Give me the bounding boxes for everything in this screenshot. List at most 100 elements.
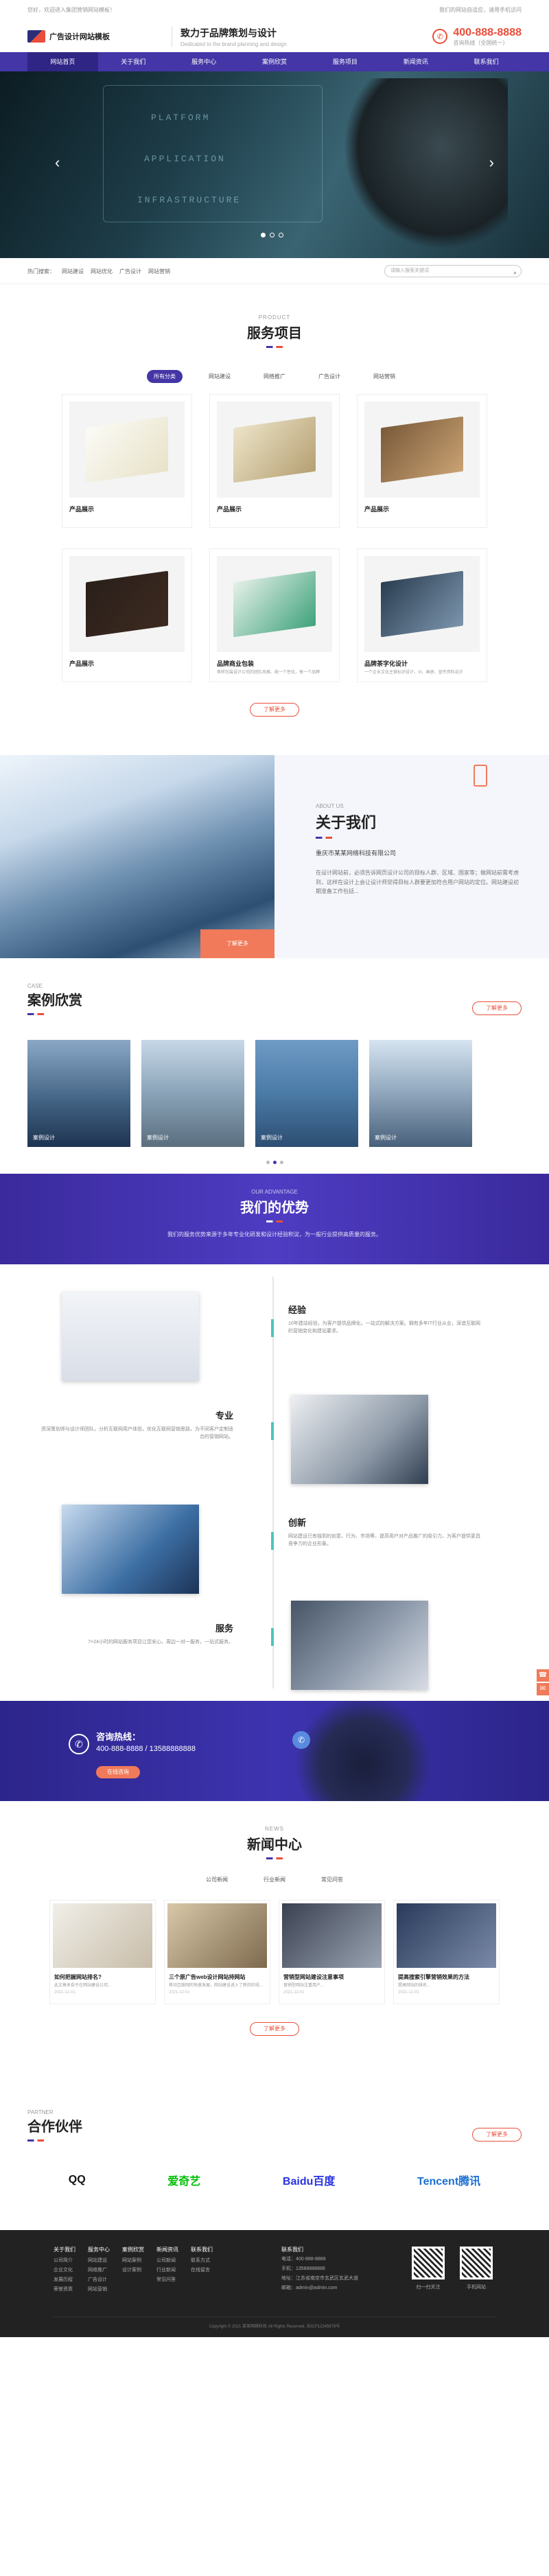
slogan-cn: 致力于品牌策划与设计 [180, 27, 277, 38]
logo-mark-icon [27, 30, 45, 43]
footer-link[interactable]: 网络推广 [88, 2266, 110, 2275]
banner-prev-button[interactable]: ‹ [55, 154, 60, 172]
news-card[interactable]: 如何把握网站排名? 此文章来自于在网站建设公司... 2021-12-01 [49, 1900, 156, 2004]
footer-link[interactable]: 常见问答 [156, 2275, 178, 2285]
partner-logo-iqiyi[interactable]: 爱奇艺 [167, 2172, 200, 2188]
hot-keyword-link[interactable]: 广告设计 [119, 268, 141, 275]
product-card[interactable]: 产品展示 [62, 394, 192, 528]
product-tab[interactable]: 网站建设 [202, 370, 237, 383]
news-desc: 移动互联网的快速发展，网站建设进入了新的阶段... [169, 1984, 264, 1988]
footer-link[interactable]: 在线留言 [191, 2266, 213, 2275]
hot-keyword-link[interactable]: 网站建设 [62, 268, 84, 275]
case-dot[interactable] [272, 1161, 277, 1164]
advantage-desc: 网站建设已有独到的创意，行为、市场等，提高用户对产品推广的吸引力，为客户提供更具… [288, 1534, 480, 1547]
product-image [69, 556, 185, 652]
businessman-image [295, 1701, 432, 1801]
products-section: PRODUCT 服务项目 所有分类 网站建设 网络推广 广告设计 网站营销 产品展示 产品… [0, 284, 549, 748]
footer-link[interactable]: 广告设计 [88, 2275, 110, 2285]
footer-contact-line: 手机：13588888888 [281, 2266, 325, 2271]
partner-logo-baidu[interactable]: Baidu百度 [283, 2172, 335, 2188]
side-phone-button[interactable]: ☎ [537, 1669, 549, 1682]
about-more-button[interactable]: 了解更多 [200, 929, 274, 958]
cases-more-button[interactable]: 了解更多 [472, 1001, 522, 1015]
advantage-image [62, 1505, 199, 1594]
hot-keyword-link[interactable]: 网站优化 [91, 268, 113, 275]
partners-more-button[interactable]: 了解更多 [472, 2128, 522, 2142]
about-building-image [0, 755, 274, 958]
footer-link[interactable]: 联系方式 [191, 2256, 213, 2266]
footer-link[interactable]: 行业新闻 [156, 2266, 178, 2275]
banner-word: PLATFORM [151, 113, 211, 123]
logo[interactable]: 广告设计网站模板 [27, 30, 172, 43]
news-card[interactable]: 提高搜索引擎营销效果的方法 提高网站的排名... 2021-12-01 [393, 1900, 500, 2004]
partner-logo-tencent[interactable]: Tencent腾讯 [417, 2172, 480, 2188]
footer-column-heading[interactable]: 关于我们 [54, 2245, 75, 2255]
footer-link[interactable]: 设计案例 [122, 2266, 144, 2275]
news-more-button[interactable]: 了解更多 [250, 2022, 299, 2036]
footer-column-heading[interactable]: 服务中心 [88, 2245, 110, 2255]
product-title: 品牌茶字化设计 [364, 660, 408, 667]
footer-column-heading[interactable]: 新闻资讯 [156, 2245, 178, 2255]
banner-dots [261, 233, 283, 237]
case-dot[interactable] [266, 1161, 270, 1164]
footer-link[interactable]: 荣誉资质 [54, 2285, 75, 2295]
side-message-button[interactable]: ✉ [537, 1683, 549, 1695]
product-card[interactable]: 产品展示 [357, 394, 487, 528]
banner-dot[interactable] [270, 233, 274, 237]
nav-item[interactable]: 案例欣赏 [240, 52, 310, 71]
case-card[interactable]: 案例设计 [27, 1040, 130, 1147]
partner-logo-qq[interactable]: QQ [69, 2174, 86, 2186]
timeline-marker [271, 1532, 274, 1550]
product-image [217, 402, 332, 498]
product-card[interactable]: 产品展示 [209, 394, 340, 528]
product-card[interactable]: 品牌商业包装 茶样包装设计公司的团队风格、统一个性化，每一个品牌 [209, 548, 340, 682]
product-tab[interactable]: 广告设计 [312, 370, 347, 383]
case-card[interactable]: 案例设计 [255, 1040, 358, 1147]
nav-item[interactable]: 关于我们 [98, 52, 169, 71]
title-underline [266, 1857, 283, 1859]
footer-link[interactable]: 公司新闻 [156, 2256, 178, 2266]
advantage-image [291, 1601, 428, 1690]
product-image [364, 556, 480, 652]
footer-link[interactable]: 企业文化 [54, 2266, 75, 2275]
search-icon[interactable]: ⌕ [513, 267, 517, 278]
section-title: 我们的优势 [240, 1200, 309, 1216]
nav-item[interactable]: 服务中心 [169, 52, 240, 71]
news-tab[interactable]: 常见问答 [321, 1876, 343, 1883]
footer-link[interactable]: 公司简介 [54, 2256, 75, 2266]
nav-item[interactable]: 服务项目 [309, 52, 380, 71]
hotline-number: 400-888-8888 [453, 26, 522, 38]
banner-dot[interactable] [261, 233, 266, 237]
nav-item[interactable]: 新闻资讯 [380, 52, 451, 71]
product-tab[interactable]: 所有分类 [147, 370, 183, 383]
news-title: 如何把握网站排名? [54, 1974, 102, 1980]
news-tab[interactable]: 公司新闻 [206, 1876, 228, 1883]
hotline-title: 咨询热线： [96, 1732, 141, 1742]
footer-column-heading[interactable]: 联系我们 [191, 2245, 213, 2255]
case-dot[interactable] [279, 1161, 283, 1164]
news-card[interactable]: 三个原广告web设计网站持网站 移动互联网的快速发展，网站建设进入了新的阶段...… [164, 1900, 270, 2004]
product-tab[interactable]: 网站营销 [366, 370, 402, 383]
footer-column-heading[interactable]: 案例欣赏 [122, 2245, 144, 2255]
banner-dot[interactable] [279, 233, 283, 237]
hot-keyword-link[interactable]: 网站营销 [148, 268, 170, 275]
news-section: NEWS 新闻中心 公司新闻 行业新闻 常见问答 如何把握网站排名? 此文章来自于在网… [0, 1801, 549, 2082]
news-card[interactable]: 营销型网站建设注意事项 营销型网站注重用户... 2021-12-01 [279, 1900, 385, 2004]
consult-button[interactable]: 在线咨询 [96, 1766, 140, 1778]
footer-link[interactable]: 网站建设 [88, 2256, 110, 2266]
nav-item[interactable]: 网站首页 [27, 52, 98, 71]
footer-link[interactable]: 网站案例 [122, 2256, 144, 2266]
search-input[interactable]: 请输入搜索关键词 ⌕ [384, 265, 522, 277]
products-more-button[interactable]: 了解更多 [250, 703, 299, 717]
news-desc: 此文章来自于在网站建设公司... [54, 1984, 112, 1988]
banner-next-button[interactable]: › [489, 154, 494, 172]
news-tab[interactable]: 行业新闻 [264, 1876, 285, 1883]
product-card[interactable]: 产品展示 [62, 548, 192, 682]
case-card[interactable]: 案例设计 [141, 1040, 244, 1147]
footer-link[interactable]: 网站营销 [88, 2285, 110, 2295]
case-card[interactable]: 案例设计 [369, 1040, 472, 1147]
footer-link[interactable]: 发展历程 [54, 2275, 75, 2285]
nav-item[interactable]: 联系我们 [451, 52, 522, 71]
product-card[interactable]: 品牌茶字化设计 一个企业文化主营标识设计，VI、画册、宣传资料设计 [357, 548, 487, 682]
product-tab[interactable]: 网络推广 [257, 370, 292, 383]
